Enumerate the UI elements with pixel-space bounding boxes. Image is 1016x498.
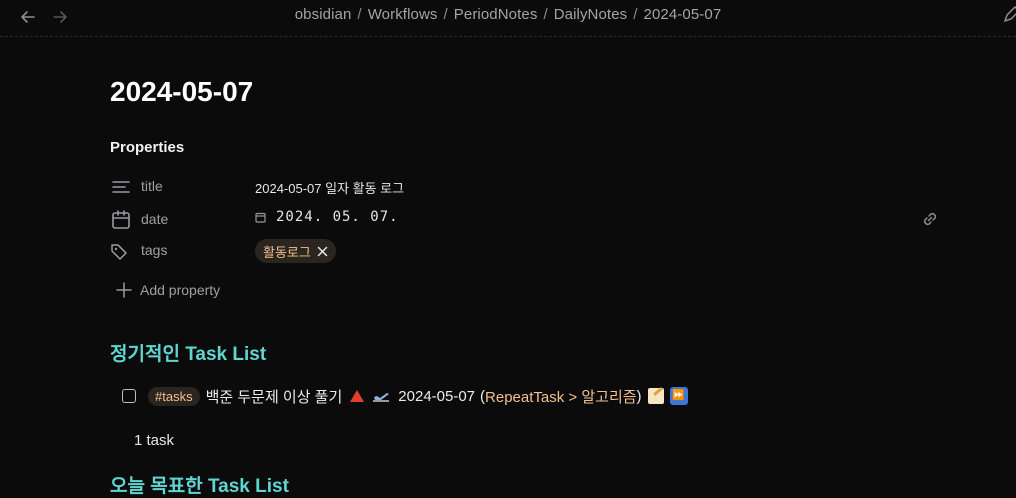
property-key-date[interactable]: date xyxy=(141,211,168,227)
breadcrumb-item-dailynotes[interactable]: DailyNotes xyxy=(554,6,628,23)
task-date: 2024-05-07 xyxy=(398,387,476,405)
paren-close: ) xyxy=(636,387,642,405)
property-title: title 2024-05-07 일자 활동 로그 xyxy=(110,174,940,200)
property-value-title[interactable]: 2024-05-07 일자 활동 로그 xyxy=(255,178,404,197)
section-heading-recurring[interactable]: 정기적인 Task List xyxy=(110,339,266,366)
property-key-tags[interactable]: tags xyxy=(141,242,167,258)
memo-icon xyxy=(647,388,664,404)
property-value-date: 2024. 05. 07. xyxy=(276,209,399,225)
fast-forward-icon: ⏩ xyxy=(669,387,688,405)
breadcrumb-item-current[interactable]: 2024-05-07 xyxy=(644,6,722,23)
task-text: 백준 두문제 이상 풀기 xyxy=(205,388,343,406)
task-item: #tasks 백준 두문제 이상 풀기 2024-05-07 (RepeatTa… xyxy=(122,384,688,408)
task-checkbox[interactable] xyxy=(122,389,136,403)
add-property-label: Add property xyxy=(140,282,221,298)
top-bar: obsidian / Workflows / PeriodNotes / DailyNote… xyxy=(0,0,1016,37)
breadcrumb-item-obsidian[interactable]: obsidian xyxy=(295,6,352,23)
tags-icon xyxy=(110,241,132,263)
departure-plane-icon xyxy=(373,393,390,402)
task-backlink[interactable]: RepeatTask > 알고리즘 xyxy=(485,386,637,407)
link-icon[interactable] xyxy=(920,209,940,234)
breadcrumb-item-workflows[interactable]: Workflows xyxy=(368,6,438,23)
property-date: date 2024. 05. 07. xyxy=(110,207,940,233)
priority-high-icon xyxy=(350,390,365,402)
task-count: 1 task xyxy=(134,432,175,449)
note-title[interactable]: 2024-05-07 xyxy=(110,76,253,108)
calendar-icon xyxy=(110,209,132,231)
tag-label: 활동로그 xyxy=(263,244,311,260)
breadcrumb: obsidian / Workflows / PeriodNotes / DailyNote… xyxy=(294,6,722,23)
calendar-small-icon xyxy=(255,212,266,223)
edit-icon[interactable] xyxy=(1002,5,1016,29)
plus-icon xyxy=(116,282,132,298)
add-property-button[interactable]: Add property xyxy=(116,282,220,298)
date-field[interactable]: 2024. 05. 07. xyxy=(255,209,399,225)
close-icon[interactable] xyxy=(317,246,328,257)
property-key-title[interactable]: title xyxy=(141,178,163,194)
text-lines-icon xyxy=(110,176,132,198)
tag-pill[interactable]: 활동로그 xyxy=(255,239,336,263)
task-tag[interactable]: #tasks xyxy=(148,386,200,406)
properties-heading[interactable]: Properties xyxy=(110,139,184,156)
property-tags: tags 활동로그 xyxy=(110,239,940,265)
breadcrumb-item-periodnotes[interactable]: PeriodNotes xyxy=(454,6,538,23)
